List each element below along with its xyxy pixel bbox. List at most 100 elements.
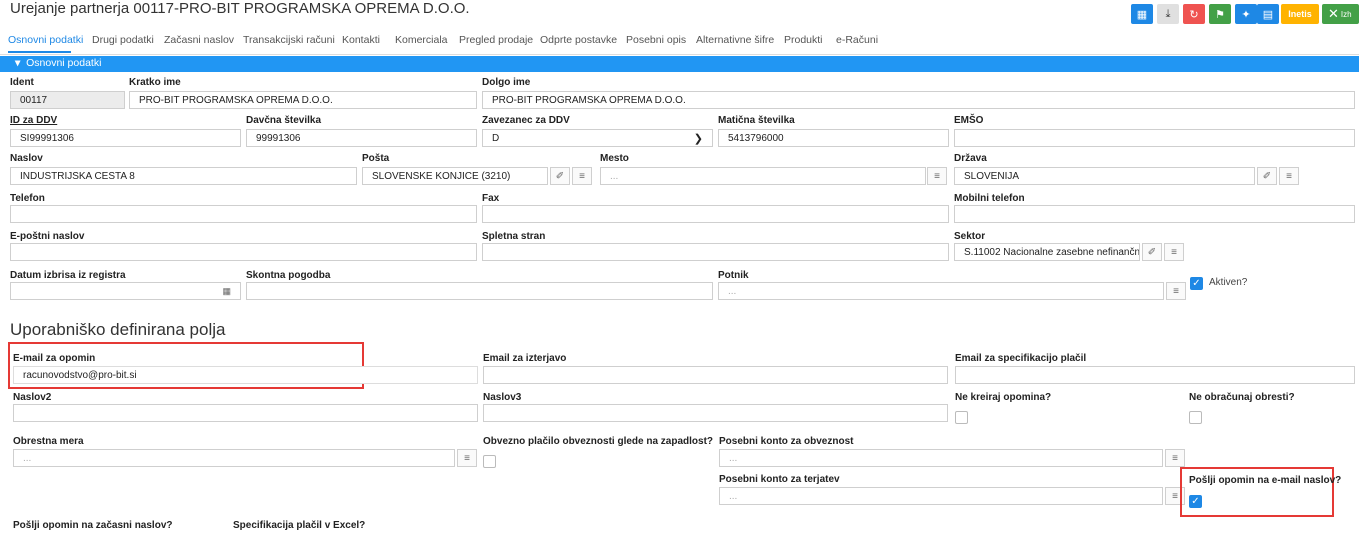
email-spec-label: Email za specifikacijo plačil [955,353,1087,364]
section-header-osnovni-podatki[interactable]: ▾ Osnovni podatki [0,56,1359,72]
inetis-button[interactable]: Inetis [1281,4,1319,24]
tab-zacasni-naslov[interactable]: Začasni naslov [164,34,234,46]
export-icon: ⤓ [1165,7,1171,20]
chevron-down-icon: ❯ [693,132,703,145]
id-ddv-field[interactable]: SI99991306 [10,129,241,147]
naslov-field[interactable]: INDUSTRIJSKA CESTA 8 [10,167,357,185]
star-icon: ✦ [1241,8,1251,21]
list-icon: ≡ [934,170,940,182]
tab-produkti[interactable]: Produkti [784,34,823,46]
tab-e-racuni[interactable]: e-Računi [836,34,878,46]
tab-alternativne-sifre[interactable]: Alternativne šifre [696,34,774,46]
email-izterjava-label: Email za izterjavo [483,353,567,364]
ne-obracunaj-label: Ne obračunaj obresti? [1189,392,1295,403]
tab-osnovni-podatki[interactable]: Osnovni podatki [8,34,83,46]
potnik-field[interactable]: ... [718,282,1164,300]
ne-kreiraj-checkbox[interactable] [955,411,968,424]
obrestna-list-button[interactable]: ≡ [457,449,477,467]
tab-pregled-prodaje[interactable]: Pregled prodaje [459,34,533,46]
calendar-button[interactable]: ▦ [1131,4,1153,24]
naslov3-label: Naslov3 [483,392,522,403]
list-icon: ≡ [1173,285,1179,297]
mesto-label: Mesto [600,153,629,164]
drzava-clear-button[interactable]: ✐ [1257,167,1277,185]
ident-label: Ident [10,77,34,88]
aktiven-checkbox[interactable]: ✓ [1190,277,1203,290]
konto-obveznost-list-button[interactable]: ≡ [1165,449,1185,467]
export-button[interactable]: ⤓ [1157,4,1179,24]
spletna-field[interactable] [482,243,949,261]
refresh-icon: ↻ [1189,8,1199,21]
email-opomin-field[interactable]: racunovodstvo@pro-bit.si [13,366,478,384]
davcna-field[interactable]: 99991306 [246,129,477,147]
potnik-list-button[interactable]: ≡ [1166,282,1186,300]
posta-field[interactable]: SLOVENSKE KONJICE (3210) [362,167,548,185]
konto-terjatev-field[interactable]: ... [719,487,1163,505]
tab-komerciala[interactable]: Komerciala [395,34,448,46]
email-field[interactable] [10,243,477,261]
telefon-field[interactable] [10,205,477,223]
list-icon: ≡ [1286,170,1292,182]
konto-obveznost-field[interactable]: ... [719,449,1163,467]
naslov3-field[interactable] [483,404,948,422]
obvezno-checkbox[interactable] [483,455,496,468]
tab-kontakti[interactable]: Kontakti [342,34,380,46]
email-opomin-label: E-mail za opomin [13,353,96,364]
page-title: Urejanje partnerja 00117-PRO-BIT PROGRAM… [10,0,470,17]
flag-button[interactable]: ⚑ [1209,4,1231,24]
poslji-email-checkbox[interactable]: ✓ [1189,495,1202,508]
dolgo-ime-field[interactable]: PRO-BIT PROGRAMSKA OPREMA D.O.O. [482,91,1355,109]
close-button[interactable]: ✕ Izh [1322,4,1359,24]
sektor-list-button[interactable]: ≡ [1164,243,1184,261]
emso-field[interactable] [954,129,1355,147]
naslov-label: Naslov [10,153,43,164]
aktiven-label: Aktiven? [1209,277,1248,288]
ne-obracunaj-checkbox[interactable] [1189,411,1202,424]
skontna-field[interactable] [246,282,713,300]
drzava-field[interactable]: SLOVENIJA [954,167,1255,185]
eraser-icon: ✐ [555,170,565,182]
sektor-clear-button[interactable]: ✐ [1142,243,1162,261]
calendar-icon[interactable]: ▦ [222,286,231,297]
email-spec-field[interactable] [955,366,1355,384]
zavezanec-select[interactable]: D ❯ [482,129,713,147]
chevron-down-icon: ▾ [15,57,21,69]
ident-field[interactable]: 00117 [10,91,125,109]
eraser-icon: ✐ [1262,170,1272,182]
fax-label: Fax [482,193,500,204]
list-icon: ▤ [1262,8,1274,21]
poslji-zacasni-label: Pošlji opomin na začasni naslov? [13,520,173,531]
tab-odprte-postavke[interactable]: Odprte postavke [540,34,617,46]
close-icon: ✕ [1328,6,1339,21]
obrestna-field[interactable]: ... [13,449,455,467]
drzava-list-button[interactable]: ≡ [1279,167,1299,185]
maticna-field[interactable]: 5413796000 [718,129,949,147]
list-button[interactable]: ▤ [1257,4,1279,24]
udf-heading: Uporabniško definirana polja [10,320,226,339]
mesto-list-button[interactable]: ≡ [927,167,947,185]
tab-bar: Osnovni podatki Drugi podatki Začasni na… [0,27,1359,55]
refresh-button[interactable]: ↻ [1183,4,1205,24]
kratko-ime-label: Kratko ime [129,77,181,88]
mobilni-field[interactable] [954,205,1355,223]
fax-field[interactable] [482,205,949,223]
posta-list-button[interactable]: ≡ [572,167,592,185]
calendar-icon: ▦ [1136,8,1148,21]
skontna-label: Skontna pogodba [246,270,331,281]
mesto-field[interactable]: ... [600,167,926,185]
naslov2-field[interactable] [13,404,478,422]
star-button[interactable]: ✦ [1235,4,1257,24]
tab-drugi-podatki[interactable]: Drugi podatki [92,34,154,46]
datum-izbrisa-field[interactable]: ▦ [10,282,241,300]
ne-kreiraj-label: Ne kreiraj opomina? [955,392,1052,403]
id-ddv-label: ID za DDV [10,115,58,126]
eraser-icon: ✐ [1147,246,1157,258]
datum-izbrisa-label: Datum izbrisa iz registra [10,270,126,281]
sektor-field[interactable]: S.11002 Nacionalne zasebne nefinančne dr… [954,243,1140,261]
email-izterjava-field[interactable] [483,366,948,384]
tab-posebni-opis[interactable]: Posebni opis [626,34,686,46]
posta-clear-button[interactable]: ✐ [550,167,570,185]
davcna-label: Davčna številka [246,115,322,126]
kratko-ime-field[interactable]: PRO-BIT PROGRAMSKA OPREMA D.O.O. [129,91,477,109]
tab-transakcijski-racuni[interactable]: Transakcijski računi [243,34,335,46]
